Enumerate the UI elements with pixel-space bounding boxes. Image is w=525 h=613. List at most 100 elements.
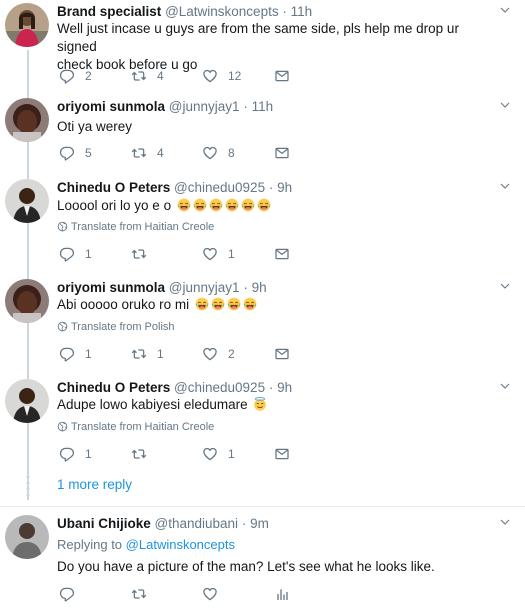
separator-dot: · — [268, 380, 274, 395]
tweet-text-line: Well just incase u guys are from the sam… — [57, 21, 459, 54]
avatar[interactable] — [5, 179, 49, 223]
avatar[interactable] — [5, 3, 49, 47]
user-handle[interactable]: @chinedu0925 — [174, 380, 265, 395]
display-name[interactable]: oriyomi sunmola — [57, 99, 165, 114]
user-handle[interactable]: @Latwinskoncepts — [165, 4, 279, 19]
reply-icon — [59, 246, 75, 262]
display-name[interactable]: Brand specialist — [57, 4, 161, 19]
tweet-text: Looool ori lo yo e o — [57, 197, 497, 215]
reply-button[interactable]: 5 — [59, 144, 92, 162]
tweet-text: Well just incase u guys are from the sam… — [57, 20, 497, 74]
separator-dot: · — [241, 516, 247, 531]
display-name[interactable]: oriyomi sunmola — [57, 280, 165, 295]
like-button[interactable]: 8 — [202, 144, 235, 162]
direct-message-button[interactable] — [274, 345, 290, 363]
user-handle[interactable]: @chinedu0925 — [174, 180, 265, 195]
tweet[interactable]: Chinedu O Peters @chinedu0925 · 9h Loooo… — [0, 179, 525, 269]
timestamp[interactable]: 11h — [291, 4, 313, 19]
timestamp[interactable]: 9h — [252, 280, 267, 295]
display-name[interactable]: Chinedu O Peters — [57, 380, 170, 395]
like-button[interactable] — [202, 585, 218, 603]
tears-of-joy-emoji-icon — [257, 198, 271, 212]
retweet-button[interactable] — [131, 445, 157, 463]
user-handle[interactable]: @junnyjay1 — [169, 280, 240, 295]
like-button[interactable]: 2 — [202, 345, 235, 363]
heart-icon — [202, 446, 218, 462]
chevron-down-icon[interactable] — [499, 180, 511, 192]
tweet[interactable]: oriyomi sunmola @junnyjay1 · 11h Oti ya … — [0, 98, 525, 168]
tweet[interactable]: Ubani Chijioke @thandiubani · 9m Replyin… — [0, 515, 525, 610]
tweet-text: Abi ooooo oruko ro mi — [57, 296, 497, 314]
timestamp[interactable]: 9m — [250, 516, 269, 531]
tweet-header: oriyomi sunmola @junnyjay1 · 11h — [57, 98, 273, 116]
tweet[interactable]: Chinedu O Peters @chinedu0925 · 9h Adupe… — [0, 379, 525, 469]
replying-to-handle-link[interactable]: @Latwinskoncepts — [126, 537, 235, 552]
reply-button[interactable]: 2 — [59, 67, 92, 85]
heart-icon — [202, 346, 218, 362]
like-button[interactable]: 12 — [202, 67, 241, 85]
reply-button[interactable]: 1 — [59, 345, 92, 363]
reply-button[interactable] — [59, 585, 75, 603]
translate-label: Translate from Polish — [71, 321, 175, 333]
retweet-icon — [131, 586, 147, 602]
chevron-down-icon[interactable] — [499, 99, 511, 111]
retweet-button[interactable] — [131, 245, 157, 263]
translate-link[interactable]: Translate from Haitian Creole — [57, 420, 214, 434]
tears-of-joy-emoji-icon — [241, 198, 255, 212]
translate-label: Translate from Haitian Creole — [71, 421, 215, 433]
tweet-text-content: Adupe lowo kabiyesi eledumare — [57, 397, 248, 412]
avatar[interactable] — [5, 515, 49, 559]
like-count: 8 — [228, 146, 235, 160]
tweet[interactable]: oriyomi sunmola @junnyjay1 · 9h Abi oooo… — [0, 279, 525, 369]
tweet-header: Ubani Chijioke @thandiubani · 9m — [57, 515, 269, 533]
avatar[interactable] — [5, 98, 49, 142]
direct-message-button[interactable] — [274, 144, 290, 162]
like-button[interactable]: 1 — [202, 245, 235, 263]
heart-icon — [202, 145, 218, 161]
tweet-text-content: Abi ooooo oruko ro mi — [57, 297, 190, 312]
translate-link[interactable]: Translate from Haitian Creole — [57, 220, 214, 234]
direct-message-button[interactable] — [274, 445, 290, 463]
timestamp[interactable]: 11h — [252, 99, 274, 114]
retweet-button[interactable]: 4 — [131, 144, 164, 162]
retweet-icon — [131, 246, 147, 262]
chevron-down-icon[interactable] — [499, 280, 511, 292]
separator-dot: · — [243, 99, 248, 114]
chevron-down-icon[interactable] — [499, 4, 511, 16]
reply-count: 1 — [85, 247, 92, 261]
avatar[interactable] — [5, 279, 49, 323]
tweet-actions — [57, 585, 297, 603]
reply-button[interactable]: 1 — [59, 245, 92, 263]
reply-button[interactable]: 1 — [59, 445, 92, 463]
timestamp[interactable]: 9h — [277, 180, 292, 195]
translate-link[interactable]: Translate from Polish — [57, 320, 175, 334]
like-button[interactable]: 1 — [202, 445, 235, 463]
reply-icon — [59, 586, 75, 602]
heart-icon — [202, 246, 218, 262]
display-name[interactable]: Chinedu O Peters — [57, 180, 170, 195]
like-count: 1 — [228, 247, 235, 261]
display-name[interactable]: Ubani Chijioke — [57, 516, 151, 531]
analytics-button[interactable] — [274, 585, 290, 603]
smiling-face-with-halo-emoji-icon — [253, 397, 267, 411]
timestamp[interactable]: 9h — [277, 380, 292, 395]
more-replies-link[interactable]: 1 more reply — [57, 477, 132, 492]
tweet-actions: 1 1 — [57, 445, 297, 463]
tweet[interactable]: Brand specialist @Latwinskoncepts · 11h … — [0, 3, 525, 88]
tweet-text: Oti ya werey — [57, 119, 133, 134]
tweet-header: Chinedu O Peters @chinedu0925 · 9h — [57, 379, 292, 397]
user-handle[interactable]: @thandiubani — [155, 516, 239, 531]
retweet-button[interactable]: 4 — [131, 67, 164, 85]
retweet-button[interactable]: 1 — [131, 345, 164, 363]
user-handle[interactable]: @junnyjay1 — [169, 99, 240, 114]
direct-message-button[interactable] — [274, 67, 290, 85]
avatar[interactable] — [5, 379, 49, 423]
chevron-down-icon[interactable] — [499, 380, 511, 392]
direct-message-button[interactable] — [274, 245, 290, 263]
envelope-icon — [274, 246, 290, 262]
retweet-button[interactable] — [131, 585, 147, 603]
reply-count: 2 — [85, 69, 92, 83]
chevron-down-icon[interactable] — [499, 516, 511, 528]
retweet-icon — [131, 145, 147, 161]
tweet-text-content: Looool ori lo yo e o — [57, 198, 172, 213]
